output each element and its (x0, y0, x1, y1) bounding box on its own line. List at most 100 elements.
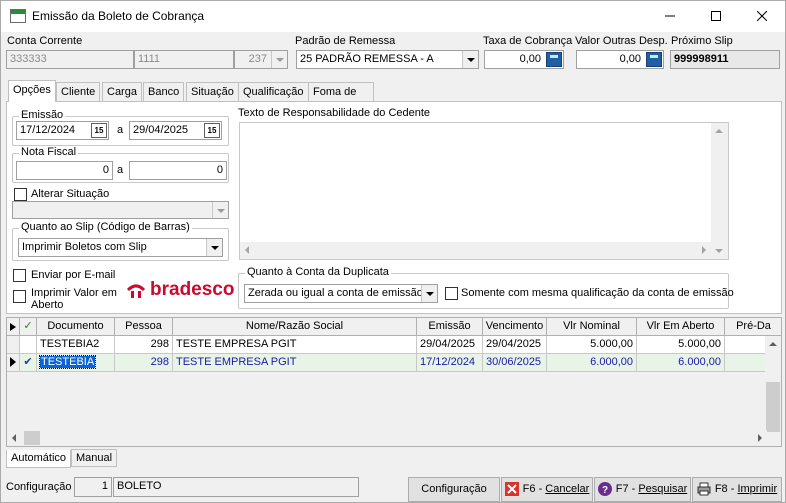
chevron-down-icon[interactable] (421, 285, 437, 302)
row-indicator-icon (10, 323, 16, 331)
cell-vencimento: 29/04/2025 (483, 336, 547, 354)
textarea-vertical-scrollbar[interactable] (711, 123, 728, 259)
table-row[interactable]: ✔ TESTEBIA 298 TESTE EMPRESA PGIT 17/12/… (7, 354, 781, 372)
chevron-down-icon[interactable] (271, 51, 287, 68)
close-button[interactable] (739, 1, 785, 32)
boletos-grid[interactable]: ✓ Documento Pessoa Nome/Razão Social Emi… (6, 317, 782, 447)
cell-vlr-aberto: 6.000,00 (637, 354, 725, 372)
scroll-up-icon[interactable] (715, 129, 723, 133)
cell-vlr-nominal: 5.000,00 (547, 336, 637, 354)
grid-vertical-scrollbar[interactable] (765, 336, 781, 447)
scroll-left-icon[interactable] (245, 246, 249, 254)
situacao-combo[interactable] (12, 201, 229, 219)
tab-banco[interactable]: Banco (143, 82, 185, 101)
scroll-up-icon[interactable] (769, 342, 777, 346)
cell-emissao: 17/12/2024 (417, 354, 483, 372)
minimize-button[interactable] (647, 1, 693, 32)
imprimir-button[interactable]: F8 - Imprimir (692, 477, 782, 502)
enviar-email-checkbox[interactable] (13, 269, 26, 282)
tab-forma-pagamento[interactable]: Foma de Pagamento (308, 82, 375, 116)
pesquisar-button[interactable]: ? F7 - Pesquisar (594, 477, 691, 502)
textarea-horizontal-scrollbar[interactable] (240, 242, 711, 259)
col-vlr-aberto[interactable]: Vlr Em Aberto (637, 318, 725, 336)
nota-from-field[interactable]: 0 (16, 161, 113, 180)
col-vencimento[interactable]: Vencimento (483, 318, 547, 336)
row-check[interactable]: ✔ (20, 354, 37, 372)
slip-combo[interactable]: Imprimir Boletos com Slip (18, 238, 223, 257)
imprimir-valor-label-2: Aberto (31, 299, 64, 311)
configuracao-button-label: Configuração (421, 483, 487, 495)
bank-logo-icon (126, 284, 146, 298)
col-vlr-nominal[interactable]: Vlr Nominal (547, 318, 637, 336)
cancelar-key: F6 - (522, 483, 546, 495)
emissao-a-label: a (117, 124, 124, 136)
grid-hscroll-thumb[interactable] (24, 431, 40, 445)
taxa-cobranca-field[interactable]: 0,00 (484, 50, 564, 69)
valor-outras-label: Valor Outras Desp. (575, 35, 668, 47)
padrao-remessa-value: 25 PADRÃO REMESSA - A (300, 53, 434, 65)
nota-to-field[interactable]: 0 (129, 161, 227, 180)
emissao-from-field[interactable]: 17/12/2024 15 (16, 121, 109, 140)
alterar-situacao-checkbox[interactable] (14, 188, 27, 201)
scroll-left-icon[interactable] (12, 434, 16, 442)
close-icon (756, 10, 768, 22)
col-pessoa[interactable]: Pessoa (115, 318, 173, 336)
texto-responsabilidade-textarea[interactable] (239, 122, 729, 260)
emissao-to-field[interactable]: 29/04/2025 15 (129, 121, 222, 140)
imprimir-text: Imprimir (737, 483, 778, 495)
col-emissao[interactable]: Emissão (417, 318, 483, 336)
maximize-icon (711, 11, 721, 21)
conta-corrente-combo[interactable]: 237 (234, 50, 288, 69)
col-pre-datado[interactable]: Pré-Da (725, 318, 781, 336)
config-number-field: 1 (74, 477, 112, 497)
conta-duplicata-combo[interactable]: Zerada ou igual a conta de emissão (244, 284, 438, 303)
scroll-right-icon[interactable] (702, 246, 706, 254)
scroll-down-icon[interactable] (769, 446, 777, 447)
row-indicator (7, 336, 20, 354)
calendar-icon[interactable]: 15 (204, 123, 220, 138)
tab-manual[interactable]: Manual (71, 449, 118, 467)
scroll-down-icon[interactable] (715, 249, 723, 253)
proximo-slip-label: Próximo Slip (671, 35, 733, 47)
conta-corrente-number: 237 (248, 53, 267, 65)
scroll-right-icon[interactable] (758, 434, 762, 442)
tab-carga[interactable]: Carga (102, 82, 142, 101)
calendar-icon[interactable]: 15 (91, 123, 107, 138)
col-documento[interactable]: Documento (37, 318, 115, 336)
calculator-icon[interactable] (546, 52, 562, 67)
valor-outras-field[interactable]: 0,00 (576, 50, 664, 69)
tab-automatico[interactable]: Automático (6, 450, 72, 468)
somente-qualificacao-label: Somente com mesma qualificação da conta … (461, 287, 734, 299)
tab-cliente[interactable]: Cliente (56, 82, 101, 101)
cell-emissao: 29/04/2025 (417, 336, 483, 354)
row-check[interactable] (20, 336, 37, 354)
tab-opcoes[interactable]: Opções (8, 80, 56, 102)
col-nome[interactable]: Nome/Razão Social (173, 318, 417, 336)
chevron-down-icon[interactable] (462, 51, 478, 68)
grid-check-header[interactable]: ✓ (20, 318, 37, 336)
imprimir-valor-checkbox[interactable] (13, 290, 26, 303)
tab-situacao[interactable]: Situação (186, 82, 239, 101)
emissao-from-value: 17/12/2024 (20, 124, 76, 136)
chevron-down-icon[interactable] (212, 202, 228, 218)
config-label: Configuração (6, 481, 72, 493)
app-window-icon (10, 9, 26, 23)
title-bar: Emissão da Boleto de Cobrança (1, 1, 785, 32)
maximize-button[interactable] (693, 1, 739, 32)
cell-documento: TESTEBIA2 (37, 336, 115, 354)
help-search-icon: ? (597, 482, 612, 497)
proximo-slip-field: 999998911 (670, 50, 780, 69)
tab-qualificacao[interactable]: Qualificação (238, 82, 309, 101)
somente-qualificacao-checkbox[interactable] (445, 287, 458, 300)
grid-scroll-thumb[interactable] (766, 382, 780, 432)
cancelar-button[interactable]: F6 - Cancelar (501, 477, 593, 502)
chevron-down-icon[interactable] (206, 239, 222, 256)
main-window: Emissão da Boleto de Cobrança Conta Corr… (0, 0, 786, 503)
padrao-remessa-combo[interactable]: 25 PADRÃO REMESSA - A (296, 50, 479, 69)
grid-horizontal-scrollbar[interactable] (7, 430, 767, 446)
taxa-cobranca-label: Taxa de Cobrança (483, 35, 573, 47)
table-row[interactable]: TESTEBIA2 298 TESTE EMPRESA PGIT 29/04/2… (7, 336, 781, 354)
cell-vlr-aberto: 5.000,00 (637, 336, 725, 354)
configuracao-button[interactable]: Configuração (408, 477, 500, 502)
calculator-icon[interactable] (646, 52, 662, 67)
